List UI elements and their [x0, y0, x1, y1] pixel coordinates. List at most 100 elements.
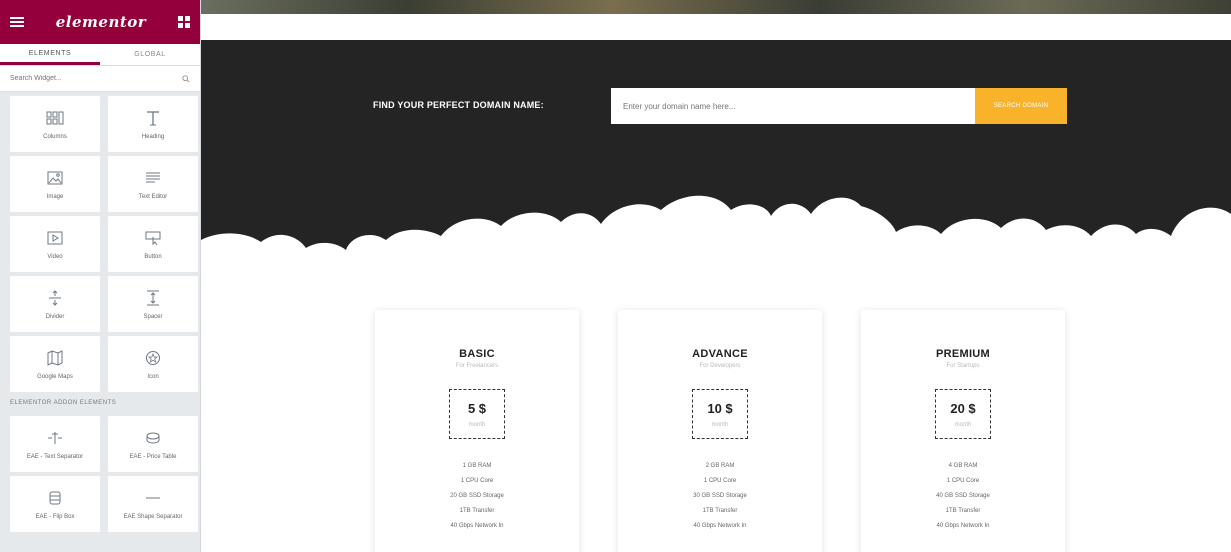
cloud-shape-divider [201, 195, 1231, 280]
feature-item: 1TB Transfer [945, 508, 981, 514]
feature-item: 2 GB RAM [705, 463, 735, 469]
widget-grid: Columns Heading Image Text Editor Video … [0, 92, 200, 392]
price-box: 10 $ month [692, 389, 748, 439]
addon-widget-grid: EAE - Text Separator EAE - Price Table E… [0, 412, 200, 532]
button-icon [143, 228, 163, 248]
image-icon [45, 168, 65, 188]
heading-icon [143, 108, 163, 128]
plan-period: month [711, 421, 729, 428]
search-icon[interactable] [182, 74, 190, 83]
widget-label: Divider [45, 314, 65, 320]
widget-spacer[interactable]: Spacer [108, 276, 198, 332]
feature-item: 1TB Transfer [702, 508, 738, 514]
feature-item: 20 GB SSD Storage [450, 493, 504, 499]
shape-separator-icon [143, 488, 163, 508]
feature-item: 40 Gbps Network In [693, 523, 747, 529]
plan-name: BASIC [459, 348, 495, 360]
plan-audience: For Startups [946, 363, 980, 369]
widget-label: Columns [43, 134, 67, 140]
plan-price: 5 $ [467, 400, 487, 416]
plan-period: month [954, 421, 972, 428]
elementor-panel: elementor ELEMENTS GLOBAL Columns Headin… [0, 0, 201, 552]
plan-audience: For Freelancers [455, 363, 499, 369]
widget-label: Button [144, 254, 162, 260]
widget-label: Icon [147, 374, 159, 380]
feature-list: 2 GB RAM 1 CPU Core 30 GB SSD Storage 1T… [618, 463, 822, 529]
domain-search-hero: FIND YOUR PERFECT DOMAIN NAME: SEARCH DO… [201, 40, 1231, 280]
spacer-icon [143, 288, 163, 308]
widget-eae-flip-box[interactable]: EAE - Flip Box [10, 476, 100, 532]
price-box: 20 $ month [935, 389, 991, 439]
plan-card-premium[interactable]: PREMIUM For Startups 20 $ month 4 GB RAM… [861, 310, 1065, 552]
preview-canvas: FIND YOUR PERFECT DOMAIN NAME: SEARCH DO… [201, 0, 1231, 552]
tab-global[interactable]: GLOBAL [100, 44, 200, 65]
browser-top-strip [201, 0, 1231, 14]
widget-label: Heading [141, 134, 165, 140]
feature-item: 1 CPU Core [703, 478, 737, 484]
text-editor-icon [143, 168, 163, 188]
widget-label: Text Editor [138, 194, 168, 200]
feature-list: 4 GB RAM 1 CPU Core 40 GB SSD Storage 1T… [861, 463, 1065, 529]
widget-heading[interactable]: Heading [108, 96, 198, 152]
text-separator-icon [45, 428, 65, 448]
widget-eae-shape-separator[interactable]: EAE Shape Separator [108, 476, 198, 532]
feature-item: 1 CPU Core [460, 478, 494, 484]
plan-price: 20 $ [950, 400, 976, 416]
video-icon [45, 228, 65, 248]
plan-card-basic[interactable]: BASIC For Freelancers 5 $ month 1 GB RAM… [375, 310, 579, 552]
columns-icon [45, 108, 65, 128]
widget-label: EAE - Price Table [129, 454, 177, 460]
domain-search-input[interactable] [611, 88, 975, 124]
widget-label: EAE - Text Separator [26, 454, 84, 460]
price-box: 5 $ month [449, 389, 505, 439]
divider-icon [45, 288, 65, 308]
plan-period: month [468, 421, 486, 428]
plan-audience: For Developers [699, 363, 741, 369]
feature-item: 4 GB RAM [948, 463, 978, 469]
star-icon [143, 348, 163, 368]
widget-label: Image [46, 194, 64, 200]
widget-label: Spacer [143, 314, 163, 320]
widget-video[interactable]: Video [10, 216, 100, 272]
pricing-section: BASIC For Freelancers 5 $ month 1 GB RAM… [201, 280, 1231, 552]
plan-name: ADVANCE [692, 348, 748, 360]
widget-label: Google Maps [37, 374, 73, 380]
widget-google-maps[interactable]: Google Maps [10, 336, 100, 392]
menu-icon[interactable] [10, 17, 24, 27]
page-top-spacer [201, 14, 1231, 40]
feature-item: 40 Gbps Network In [936, 523, 990, 529]
widget-label: EAE Shape Separator [123, 514, 183, 520]
widget-icon[interactable]: Icon [108, 336, 198, 392]
widget-label: Video [47, 254, 63, 260]
addon-section-label: ELEMENTOR ADDON ELEMENTS [10, 400, 117, 406]
widget-eae-text-separator[interactable]: EAE - Text Separator [10, 416, 100, 472]
feature-item: 40 GB SSD Storage [936, 493, 990, 499]
widget-label: EAE - Flip Box [35, 514, 75, 520]
panel-tabs: ELEMENTS GLOBAL [0, 44, 200, 66]
flip-box-icon [45, 488, 65, 508]
map-icon [45, 348, 65, 368]
widget-search-input[interactable] [10, 75, 160, 82]
elementor-logo: elementor [55, 13, 147, 31]
widget-eae-price-table[interactable]: EAE - Price Table [108, 416, 198, 472]
price-table-icon [143, 428, 163, 448]
tab-elements[interactable]: ELEMENTS [0, 44, 100, 65]
plan-name: PREMIUM [935, 348, 991, 360]
feature-item: 1TB Transfer [459, 508, 495, 514]
widget-text-editor[interactable]: Text Editor [108, 156, 198, 212]
widgets-grid-icon[interactable] [177, 16, 190, 28]
feature-item: 40 Gbps Network In [450, 523, 504, 529]
widget-columns[interactable]: Columns [10, 96, 100, 152]
feature-item: 30 GB SSD Storage [693, 493, 747, 499]
widget-image[interactable]: Image [10, 156, 100, 212]
plan-card-advance[interactable]: ADVANCE For Developers 10 $ month 2 GB R… [618, 310, 822, 552]
widget-button[interactable]: Button [108, 216, 198, 272]
widget-divider[interactable]: Divider [10, 276, 100, 332]
panel-header: elementor [0, 0, 200, 44]
feature-item: 1 CPU Core [946, 478, 980, 484]
feature-item: 1 GB RAM [462, 463, 492, 469]
domain-search-label: FIND YOUR PERFECT DOMAIN NAME: [373, 100, 544, 110]
feature-list: 1 GB RAM 1 CPU Core 20 GB SSD Storage 1T… [375, 463, 579, 529]
search-domain-button[interactable]: SEARCH DOMAIN [975, 88, 1067, 124]
plan-price: 10 $ [707, 400, 733, 416]
